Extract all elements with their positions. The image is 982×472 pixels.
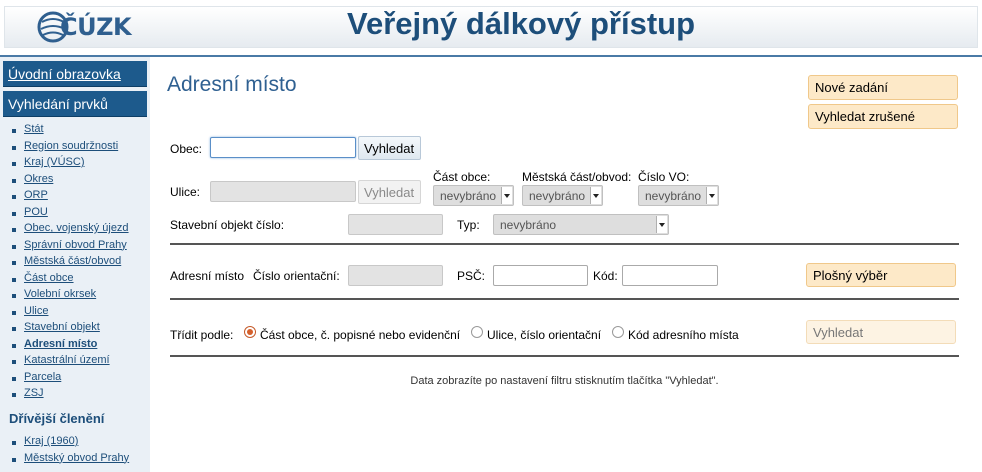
sort-radio-cast-obce[interactable] [244,326,256,338]
sidebar-item[interactable]: Parcela [12,371,129,388]
sidebar-item-label: Kraj (VÚSC) [24,156,85,168]
cast-obce-select[interactable]: nevybráno [433,185,514,206]
sidebar-item[interactable]: Katastrální území [12,354,129,371]
sidebar-item-label: Obec, vojenský újezd [24,222,129,234]
sidebar-item[interactable]: Městská část/obvod [12,255,129,272]
stavebni-objekt-input[interactable] [348,214,443,235]
kod-input[interactable] [622,265,718,286]
sidebar-item[interactable]: Část obce [12,272,129,289]
search-features-button[interactable]: Vyhledání prvků [3,91,147,117]
sidebar-item-label: Katastrální území [24,354,110,366]
sidebar-item-label: Stát [24,123,44,135]
sidebar-item[interactable]: Ulice [12,305,129,322]
search-features-label: Vyhledání prvků [8,96,108,112]
sort-radio-kod[interactable] [612,326,624,338]
sidebar-item-label: ORP [24,189,48,201]
cast-obce-label: Část obce: [433,170,491,184]
sidebar-item-label: Městský obvod Prahy [24,451,130,464]
sidebar-item[interactable]: Stavební objekt [12,321,129,338]
sort-label: Třídit podle: [170,328,234,342]
chevron-down-icon [590,187,601,204]
sidebar-item-label: Volební okrsek [24,288,97,300]
main-title: Adresní místo [167,73,297,96]
sidebar-item-label: Správní obvod Prahy [24,238,127,251]
mestska-cast-label: Městská část/obvod: [522,170,632,184]
search-button[interactable]: Vyhledat [806,320,956,344]
typ-value: nevybráno [500,218,557,232]
kod-label: Kód: [593,269,618,283]
sidebar-item-label: Okres [24,172,54,185]
typ-select[interactable]: nevybráno [493,214,669,235]
chevron-down-icon [656,216,667,233]
sidebar: Úvodní obrazovka Vyhledání prvků Stát Reg… [0,57,150,472]
page-title: Veřejný dálkový přístup [346,6,696,41]
chevron-down-icon [501,187,512,204]
hint-text: Data zobrazíte po nastavení filtru stisk… [410,375,719,387]
home-button-label: Úvodní obrazovka [8,66,121,82]
cislo-orientacni-input[interactable] [348,265,443,286]
page-header: ČÚZK Veřejný dálkový přístup [0,0,982,57]
sidebar-item-label: ZSJ [24,387,44,399]
sidebar-item-label: Adresní místo [24,337,98,350]
stavebni-objekt-label: Stavební objekt číslo: [170,218,285,232]
obec-label: Obec: [170,142,203,156]
psc-input[interactable] [493,265,588,286]
area-select-button[interactable]: Plošný výběr [806,263,956,287]
sidebar-item[interactable]: Kraj (VÚSC) [12,156,129,173]
cislo-vo-value: nevybráno [645,189,702,203]
sidebar-item[interactable]: Stát [12,123,129,140]
cislo-vo-label: Číslo VO: [638,170,690,184]
sidebar-item-label: Region soudržnosti [24,139,119,152]
sidebar-item[interactable]: Kraj (1960) [12,435,129,452]
chevron-down-icon [706,187,717,204]
typ-label: Typ: [457,218,480,232]
sidebar-item[interactable]: Okres [12,173,129,190]
sidebar-item[interactable]: ORP [12,189,129,206]
ulice-label: Ulice: [170,185,201,199]
sidebar-item-label: Část obce [24,271,74,284]
sidebar-item-label: Parcela [24,370,62,383]
obec-input[interactable] [210,137,356,158]
sort-option-cast-obce[interactable]: Část obce, č. popisné nebo evidenční [260,328,460,342]
sort-radio-ulice[interactable] [471,326,483,338]
sidebar-item-label: Městská část/obvod [24,255,122,267]
sidebar-item-label: POU [24,205,48,218]
sidebar-item[interactable]: Volební okrsek [12,288,129,305]
obec-search-button[interactable]: Vyhledat [358,136,421,160]
sidebar-item-label: Ulice [24,304,49,317]
sidebar-item[interactable]: Městský obvod Prahy [12,452,129,469]
feature-type-list: Stát Region soudržnosti Kraj (VÚSC) Okres OR… [12,123,129,404]
sidebar-item[interactable]: Obec, vojenský újezd [12,222,129,239]
sidebar-item-label: Kraj (1960) [24,435,79,447]
sidebar-item[interactable]: Správní obvod Prahy [12,239,129,256]
psc-label: PSČ: [457,269,486,283]
sort-option-ulice[interactable]: Ulice, číslo orientační [487,328,601,342]
sidebar-item-label: Stavební objekt [24,321,100,333]
divider [170,355,959,357]
new-entry-button[interactable]: Nové zadání [808,75,958,100]
divider [170,243,959,245]
sidebar-item[interactable]: Adresní místo [12,338,129,355]
ulice-input[interactable] [210,181,356,202]
home-button[interactable]: Úvodní obrazovka [3,61,147,87]
former-division-list: Kraj (1960) Městský obvod Prahy [12,435,129,468]
mestska-cast-select[interactable]: nevybráno [522,185,603,206]
cislo-orientacni-label: Číslo orientační: [253,269,340,283]
cast-obce-value: nevybráno [440,189,497,203]
sidebar-item[interactable]: Region soudržnosti [12,140,129,157]
ulice-search-button[interactable]: Vyhledat [358,180,421,204]
adresni-misto-label: Adresní místo [170,269,245,283]
search-cancelled-button[interactable]: Vyhledat zrušené [808,104,958,129]
sidebar-item[interactable]: POU [12,206,129,223]
mestska-cast-value: nevybráno [529,189,586,203]
sidebar-item[interactable]: ZSJ [12,387,129,404]
sort-option-kod[interactable]: Kód adresního místa [628,328,739,342]
divider [170,298,959,300]
former-division-heading: Dřívější členění [9,411,105,426]
cislo-vo-select[interactable]: nevybráno [638,185,719,206]
